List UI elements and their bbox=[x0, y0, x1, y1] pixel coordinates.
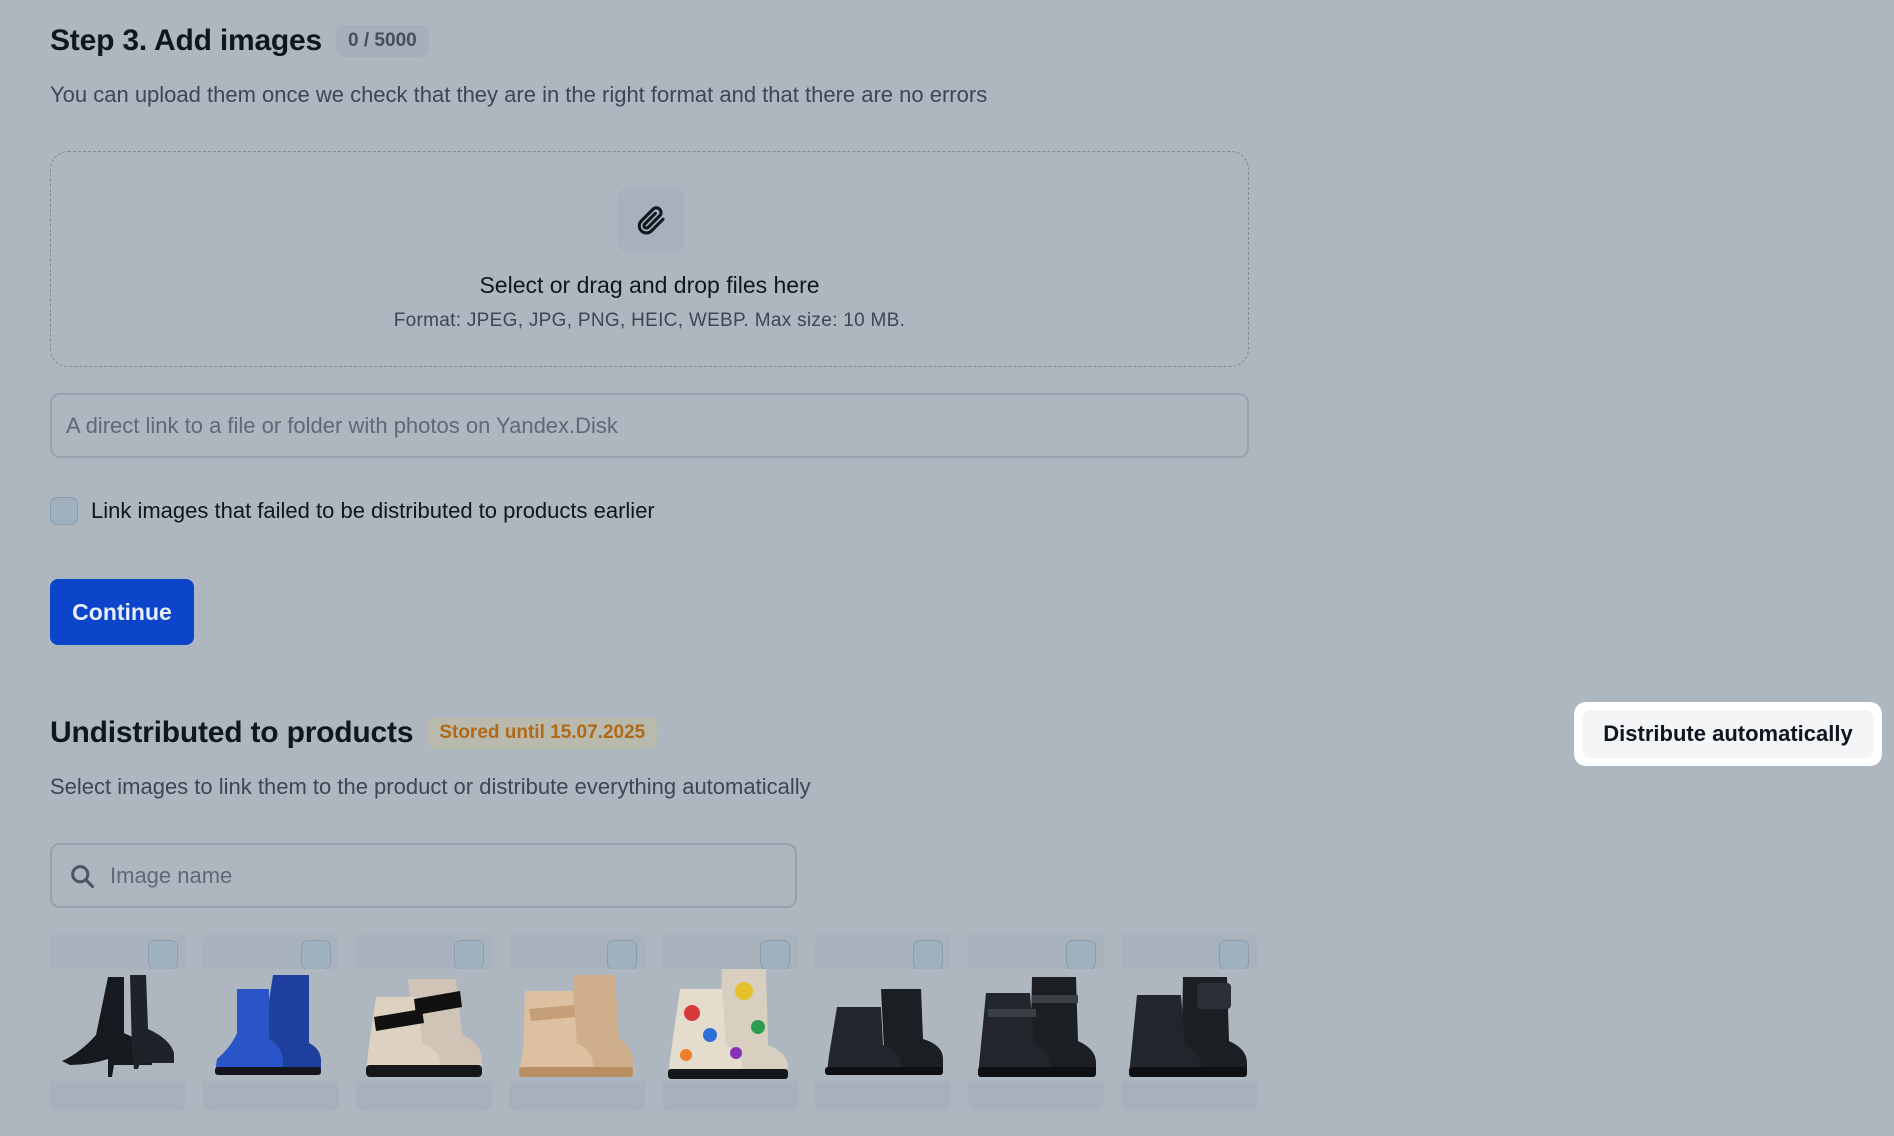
black-buckle-strap-boot-image bbox=[978, 977, 1096, 1077]
image-select-checkbox[interactable] bbox=[148, 940, 178, 970]
image-select-checkbox[interactable] bbox=[607, 940, 637, 970]
file-dropzone[interactable]: Select or drag and drop files here Forma… bbox=[50, 151, 1249, 367]
undistributed-title: Undistributed to products bbox=[50, 716, 414, 749]
image-select-checkbox[interactable] bbox=[454, 940, 484, 970]
black-boot-with-pouch-image bbox=[1129, 977, 1247, 1077]
graffiti-print-lace-up-boot-image bbox=[668, 969, 788, 1079]
image-tile[interactable] bbox=[968, 933, 1104, 1111]
distribute-automatically-label: Distribute automatically bbox=[1582, 710, 1874, 758]
attach-button[interactable] bbox=[618, 187, 684, 253]
blue-metallic-lace-up-boot-image bbox=[215, 975, 321, 1075]
beige-black-velcro-boot-image bbox=[366, 979, 482, 1077]
dropzone-title: Select or drag and drop files here bbox=[479, 272, 820, 298]
step3-subtitle: You can upload them once we check that t… bbox=[50, 82, 988, 107]
image-tile[interactable] bbox=[1121, 933, 1257, 1111]
dropzone-format-hint: Format: JPEG, JPG, PNG, HEIC, WEBP. Max … bbox=[393, 310, 906, 331]
gold-velcro-boot-image bbox=[519, 975, 633, 1077]
image-tile[interactable] bbox=[509, 933, 645, 1111]
image-tile[interactable] bbox=[203, 933, 339, 1111]
image-tile[interactable] bbox=[815, 933, 951, 1111]
link-failed-images-checkbox[interactable] bbox=[50, 497, 78, 525]
step3-header: Step 3. Add images 0 / 5000 bbox=[50, 24, 429, 58]
image-select-checkbox[interactable] bbox=[301, 940, 331, 970]
black-heeled-ankle-boot-image bbox=[62, 975, 174, 1077]
link-failed-images-option[interactable]: Link images that failed to be distribute… bbox=[50, 497, 655, 525]
image-name-input[interactable] bbox=[108, 861, 752, 890]
image-select-checkbox[interactable] bbox=[913, 940, 943, 970]
image-select-checkbox[interactable] bbox=[760, 940, 790, 970]
black-chelsea-style-boot-image bbox=[825, 989, 943, 1075]
paperclip-icon bbox=[637, 206, 665, 235]
yandex-disk-link-input[interactable] bbox=[50, 393, 1249, 458]
image-tile[interactable] bbox=[356, 933, 492, 1111]
continue-button[interactable]: Continue bbox=[50, 579, 194, 645]
link-failed-images-label: Link images that failed to be distribute… bbox=[91, 498, 655, 523]
image-select-checkbox[interactable] bbox=[1066, 940, 1096, 970]
image-counter-badge: 0 / 5000 bbox=[336, 25, 429, 57]
image-select-checkbox[interactable] bbox=[1219, 940, 1249, 970]
image-tile[interactable] bbox=[662, 933, 798, 1111]
step3-title: Step 3. Add images bbox=[50, 24, 323, 57]
undistributed-subtitle: Select images to link them to the produc… bbox=[50, 774, 811, 799]
undistributed-header: Undistributed to products Stored until 1… bbox=[50, 716, 658, 750]
stored-until-badge: Stored until 15.07.2025 bbox=[427, 717, 658, 749]
distribute-automatically-button[interactable]: Distribute automatically bbox=[1574, 702, 1882, 766]
search-icon bbox=[71, 864, 95, 888]
image-tile[interactable] bbox=[50, 933, 186, 1111]
image-search[interactable] bbox=[50, 843, 797, 908]
